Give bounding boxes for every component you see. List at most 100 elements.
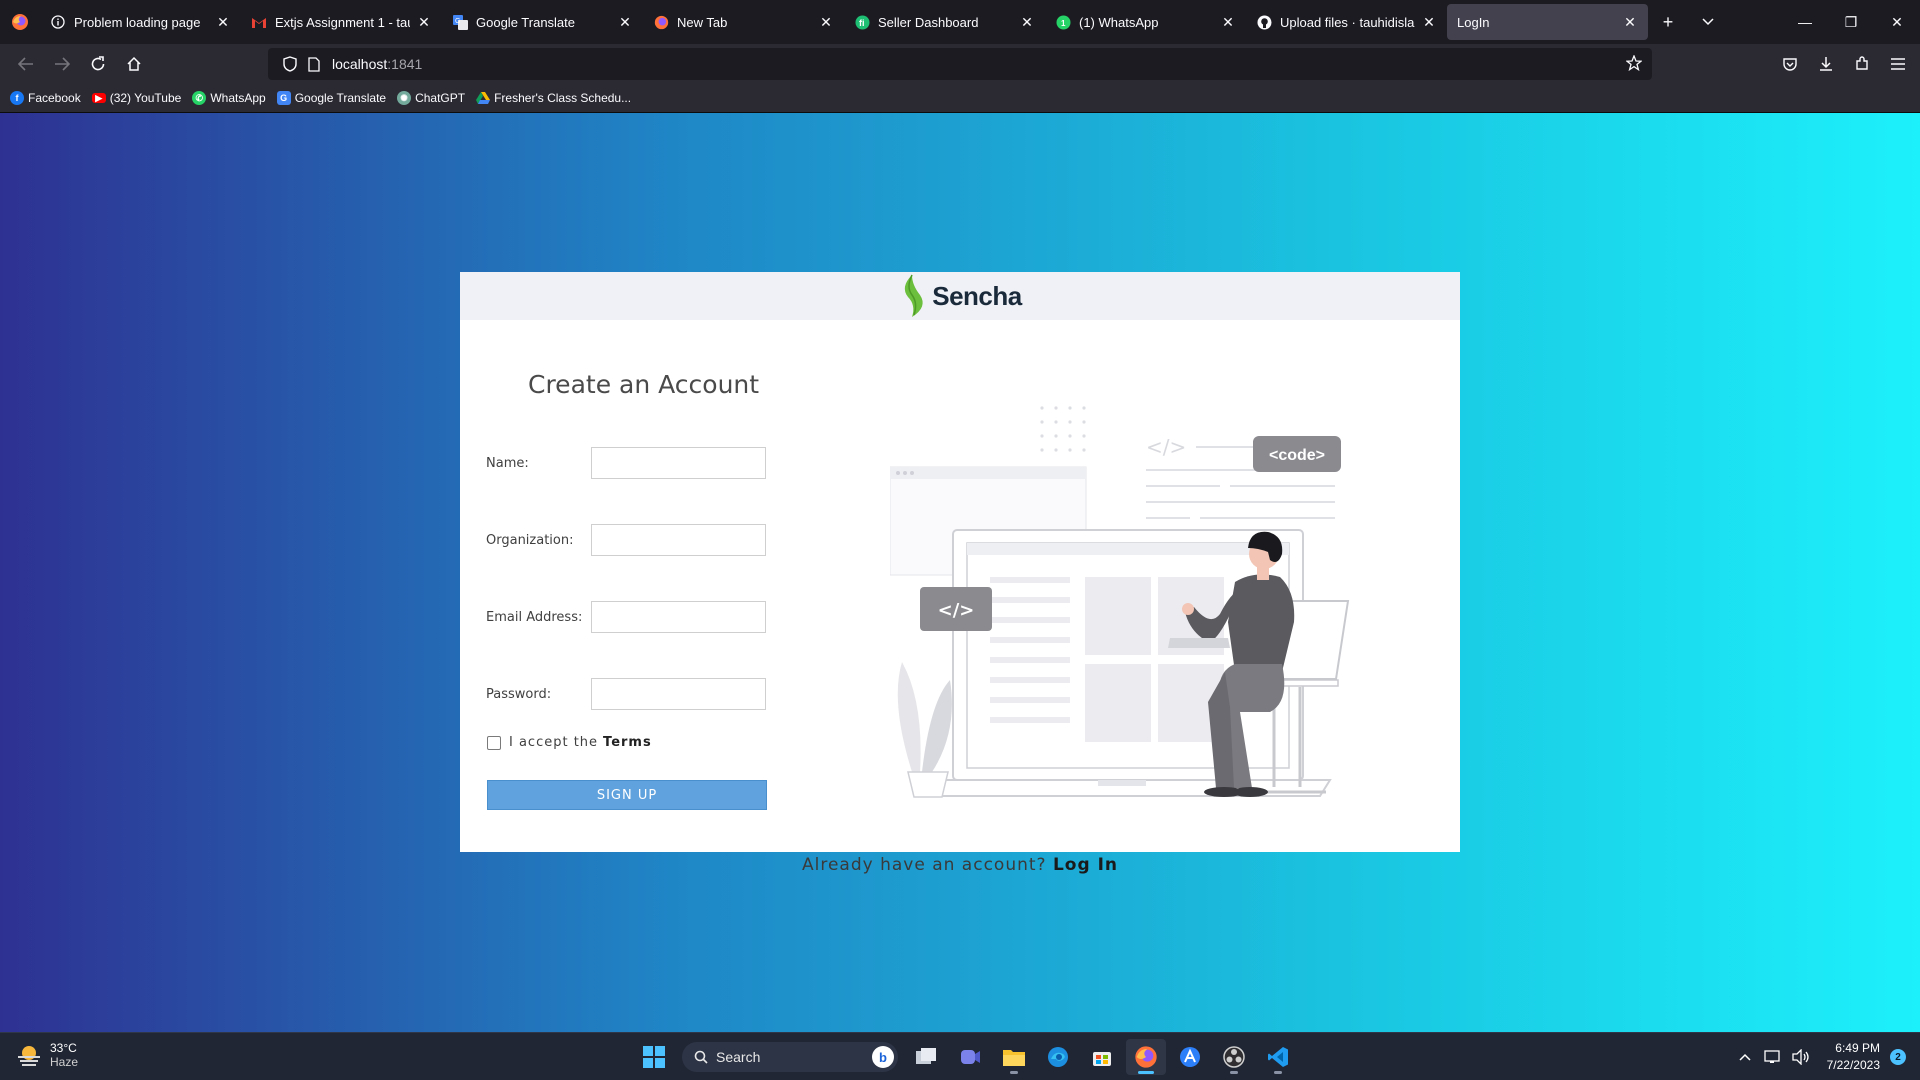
bookmark-google-translate[interactable]: G Google Translate (276, 91, 386, 105)
info-icon (50, 14, 66, 30)
bookmark-whatsapp[interactable]: ✆ WhatsApp (192, 91, 266, 105)
clock-date: 7/22/2023 (1826, 1058, 1880, 1072)
bookmark-chatgpt[interactable]: ✺ ChatGPT (397, 91, 465, 105)
tracking-shield-icon[interactable] (278, 56, 302, 72)
svg-text:fi: fi (859, 18, 865, 28)
firefox-taskbar-icon[interactable] (1126, 1039, 1166, 1075)
decor-dots (1040, 406, 1086, 452)
email-row: Email Address: (486, 601, 766, 633)
tab-whatsapp[interactable]: 1 (1) WhatsApp ✕ (1045, 4, 1246, 40)
bookmark-label: Fresher's Class Schedu... (494, 91, 632, 105)
page-info-icon[interactable] (302, 56, 326, 72)
back-arrow-icon[interactable] (8, 48, 44, 80)
firefox-icon (653, 14, 669, 30)
firefox-menu-icon[interactable] (0, 0, 40, 44)
brand-name: Sencha (932, 280, 1022, 311)
task-view-icon[interactable] (906, 1039, 946, 1075)
app-store-a-icon[interactable] (1170, 1039, 1210, 1075)
chatgpt-icon: ✺ (397, 91, 412, 105)
terms-checkbox[interactable] (487, 735, 501, 750)
volume-icon[interactable] (1789, 1049, 1813, 1065)
obs-icon[interactable] (1214, 1039, 1254, 1075)
downloads-icon[interactable] (1808, 48, 1844, 80)
list-all-tabs-chevron-icon[interactable] (1688, 4, 1728, 40)
tab-gmail[interactable]: Extjs Assignment 1 - tauhid ✕ (241, 4, 442, 40)
page-viewport: Sencha Create an Account Name: Organizat… (0, 113, 1920, 1032)
bookmark-star-icon[interactable] (1625, 54, 1643, 76)
clock-time: 6:49 PM (1835, 1041, 1880, 1055)
restore-icon[interactable]: ❐ (1828, 0, 1874, 44)
pocket-icon[interactable] (1772, 48, 1808, 80)
tab-github[interactable]: Upload files · tauhidislamtu ✕ (1246, 4, 1447, 40)
close-icon[interactable]: ✕ (818, 14, 834, 30)
home-icon[interactable] (116, 48, 152, 80)
tab-problem-loading[interactable]: Problem loading page ✕ (40, 4, 241, 40)
tab-title: LogIn (1457, 14, 1490, 30)
login-link[interactable]: Log In (1053, 855, 1118, 875)
organization-input[interactable] (591, 524, 766, 556)
edge-icon[interactable] (1038, 1039, 1078, 1075)
weather-widget[interactable]: 33°C Haze (16, 1041, 78, 1069)
tab-google-translate[interactable]: G Google Translate ✕ (442, 4, 643, 40)
name-input[interactable] (591, 447, 766, 479)
close-icon[interactable]: ✕ (1421, 14, 1437, 30)
app-menu-hamburger-icon[interactable] (1880, 48, 1916, 80)
new-tab-plus-icon[interactable]: + (1648, 4, 1688, 40)
windows-start-icon[interactable] (634, 1039, 674, 1075)
extensions-icon[interactable] (1844, 48, 1880, 80)
file-explorer-icon[interactable] (994, 1039, 1034, 1075)
close-window-icon[interactable]: ✕ (1874, 0, 1920, 44)
bookmark-label: WhatsApp (210, 91, 266, 105)
weather-condition: Haze (50, 1055, 79, 1069)
close-icon[interactable]: ✕ (1622, 14, 1638, 30)
close-icon[interactable]: ✕ (416, 14, 432, 30)
close-icon[interactable]: ✕ (1220, 14, 1236, 30)
password-label: Password: (486, 686, 552, 702)
running-indicator (1230, 1071, 1238, 1074)
name-label: Name: (486, 455, 529, 471)
tab-login[interactable]: LogIn ✕ (1447, 4, 1648, 40)
terms-row: I accept the Terms (487, 735, 652, 750)
terms-link[interactable]: Terms (603, 735, 652, 750)
forward-arrow-icon[interactable] (44, 48, 80, 80)
tab-title: New Tab (677, 14, 728, 30)
bookmark-facebook[interactable]: f Facebook (10, 91, 81, 105)
bookmark-class-schedule[interactable]: Fresher's Class Schedu... (476, 91, 631, 105)
notification-badge[interactable]: 2 (1890, 1049, 1906, 1065)
youtube-icon: ▶ (91, 93, 106, 103)
gmail-icon (251, 14, 267, 30)
tab-title: Problem loading page (74, 14, 201, 30)
bing-icon[interactable]: b (872, 1046, 894, 1068)
tab-seller-dashboard[interactable]: fi Seller Dashboard ✕ (844, 4, 1045, 40)
microsoft-store-icon[interactable] (1082, 1039, 1122, 1075)
network-icon[interactable] (1761, 1049, 1785, 1065)
tab-new-tab[interactable]: New Tab ✕ (643, 4, 844, 40)
tab-title: Upload files · tauhidislamtu (1280, 14, 1415, 30)
code-tag-text: <code> (1269, 447, 1325, 464)
vscode-icon[interactable] (1258, 1039, 1298, 1075)
signup-card: Sencha Create an Account Name: Organizat… (460, 272, 1460, 852)
show-hidden-icons-chevron-icon[interactable] (1733, 1053, 1757, 1061)
bookmarks-toolbar: f Facebook ▶ (32) YouTube ✆ WhatsApp G G… (0, 84, 1920, 113)
email-input[interactable] (591, 601, 766, 633)
seller-icon: fi (854, 14, 870, 30)
close-icon[interactable]: ✕ (215, 14, 231, 30)
signup-button[interactable]: SIGN UP (487, 780, 767, 810)
tab-title: (1) WhatsApp (1079, 14, 1159, 30)
system-tray: 6:49 PM 7/22/2023 2 (1733, 1033, 1920, 1080)
close-icon[interactable]: ✕ (1019, 14, 1035, 30)
login-prompt-text: Already have an account? (802, 855, 1047, 875)
taskbar-search-box[interactable]: Search b (682, 1042, 898, 1072)
search-icon (694, 1050, 708, 1064)
url-bar[interactable]: localhost:1841 (268, 48, 1652, 80)
teams-chat-icon[interactable] (950, 1039, 990, 1075)
minimize-icon[interactable]: — (1782, 0, 1828, 44)
password-input[interactable] (591, 678, 766, 710)
taskbar-clock[interactable]: 6:49 PM 7/22/2023 (1827, 1040, 1880, 1074)
login-prompt: Already have an account? Log In (0, 855, 1920, 875)
bookmark-youtube[interactable]: ▶ (32) YouTube (91, 91, 181, 105)
close-icon[interactable]: ✕ (617, 14, 633, 30)
organization-row: Organization: (486, 524, 766, 556)
google-drive-icon (476, 91, 491, 105)
reload-icon[interactable] (80, 48, 116, 80)
